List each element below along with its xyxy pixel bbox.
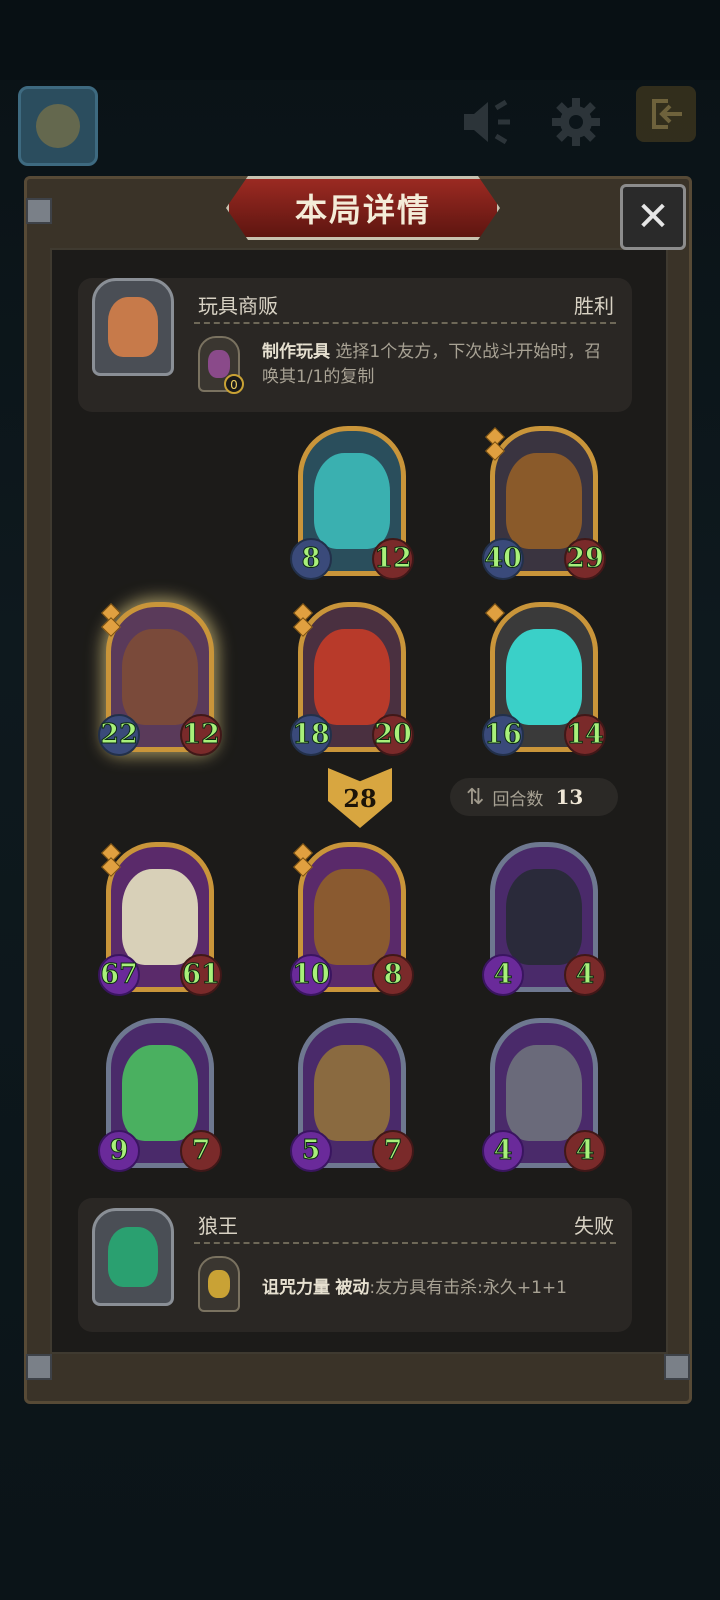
attack-value: 16: [482, 714, 524, 756]
attack-value: 40: [482, 538, 524, 580]
health-value: 8: [372, 954, 414, 996]
attack-value: 4: [482, 1130, 524, 1172]
refresh-icon: ⇅: [466, 784, 485, 810]
attack-value: 9: [98, 1130, 140, 1172]
opponent-minion-card[interactable]: 22 12: [98, 598, 222, 758]
opponent-minion-card[interactable]: 18 20: [290, 598, 414, 758]
skill-desc: :友方具有击杀:永久+1+1: [369, 1278, 567, 1298]
player-minion-card[interactable]: 5 7: [290, 1014, 414, 1174]
skill-count-badge: 0: [224, 374, 244, 394]
health-value: 12: [372, 538, 414, 580]
divider: [194, 322, 616, 324]
close-icon: ✕: [636, 194, 670, 240]
round-value: 13: [555, 785, 584, 809]
attack-value: 22: [98, 714, 140, 756]
player-result: 失败: [574, 1214, 614, 1238]
player-minion-card[interactable]: 10 8: [290, 838, 414, 998]
top-bar: [0, 0, 720, 80]
health-value: 4: [564, 1130, 606, 1172]
attack-value: 10: [290, 954, 332, 996]
health-value: 12: [180, 714, 222, 756]
attack-value: 8: [290, 538, 332, 580]
close-button[interactable]: ✕: [620, 184, 686, 250]
opponent-info: 玩具商贩 胜利 0 制作玩具 选择1个友方，下次战斗开始时，召唤其1/1的复制: [78, 278, 632, 412]
player-minion-card[interactable]: 9 7: [98, 1014, 222, 1174]
health-value: 7: [180, 1130, 222, 1172]
player-minion-card[interactable]: 67 61: [98, 838, 222, 998]
page-title: 本局详情: [294, 191, 431, 229]
divider: [194, 1242, 616, 1244]
opponent-minion-card[interactable]: 16 14: [482, 598, 606, 758]
opponent-name: 玩具商贩: [198, 294, 278, 318]
player-minion-card[interactable]: 4 4: [482, 1014, 606, 1174]
attack-value: 5: [290, 1130, 332, 1172]
player-name: 狼王: [198, 1214, 238, 1238]
health-value: 20: [372, 714, 414, 756]
panel-corner: [26, 198, 52, 224]
player-portrait: [92, 1208, 174, 1306]
mute-icon: [458, 92, 518, 152]
round-counter: ⇅ 回合数 13: [450, 778, 618, 816]
opponent-minion-card[interactable]: 40 29: [482, 422, 606, 582]
health-value: 14: [564, 714, 606, 756]
hero-avatar: [18, 86, 98, 166]
player-info: 狼王 失败 诅咒力量 被动:友方具有击杀:永久+1+1: [78, 1198, 632, 1332]
attack-value: 18: [290, 714, 332, 756]
skill-description: 诅咒力量 被动:友方具有击杀:永久+1+1: [262, 1276, 602, 1301]
exit-icon: [636, 86, 696, 142]
health-value: 29: [564, 538, 606, 580]
attack-value: 67: [98, 954, 140, 996]
title-banner: 本局详情: [226, 176, 500, 240]
opponent-minion-card[interactable]: 8 12: [290, 422, 414, 582]
power-value: 28: [343, 783, 377, 813]
health-value: 61: [180, 954, 222, 996]
health-value: 7: [372, 1130, 414, 1172]
opponent-result: 胜利: [574, 294, 614, 318]
panel-corner: [664, 1354, 690, 1380]
skill-name: 诅咒力量: [262, 1278, 330, 1298]
skill-tag: 被动: [335, 1278, 370, 1298]
player-minion-card[interactable]: 4 4: [482, 838, 606, 998]
opponent-portrait: [92, 278, 174, 376]
power-marker: 28: [328, 768, 392, 828]
gear-icon: [546, 92, 606, 152]
skill-description: 制作玩具 选择1个友方，下次战斗开始时，召唤其1/1的复制: [262, 340, 602, 390]
skill-name: 制作玩具: [262, 342, 330, 362]
panel-corner: [26, 1354, 52, 1380]
round-label: 回合数: [492, 789, 544, 810]
curse-skill-icon[interactable]: [198, 1256, 240, 1312]
attack-value: 4: [482, 954, 524, 996]
health-value: 4: [564, 954, 606, 996]
